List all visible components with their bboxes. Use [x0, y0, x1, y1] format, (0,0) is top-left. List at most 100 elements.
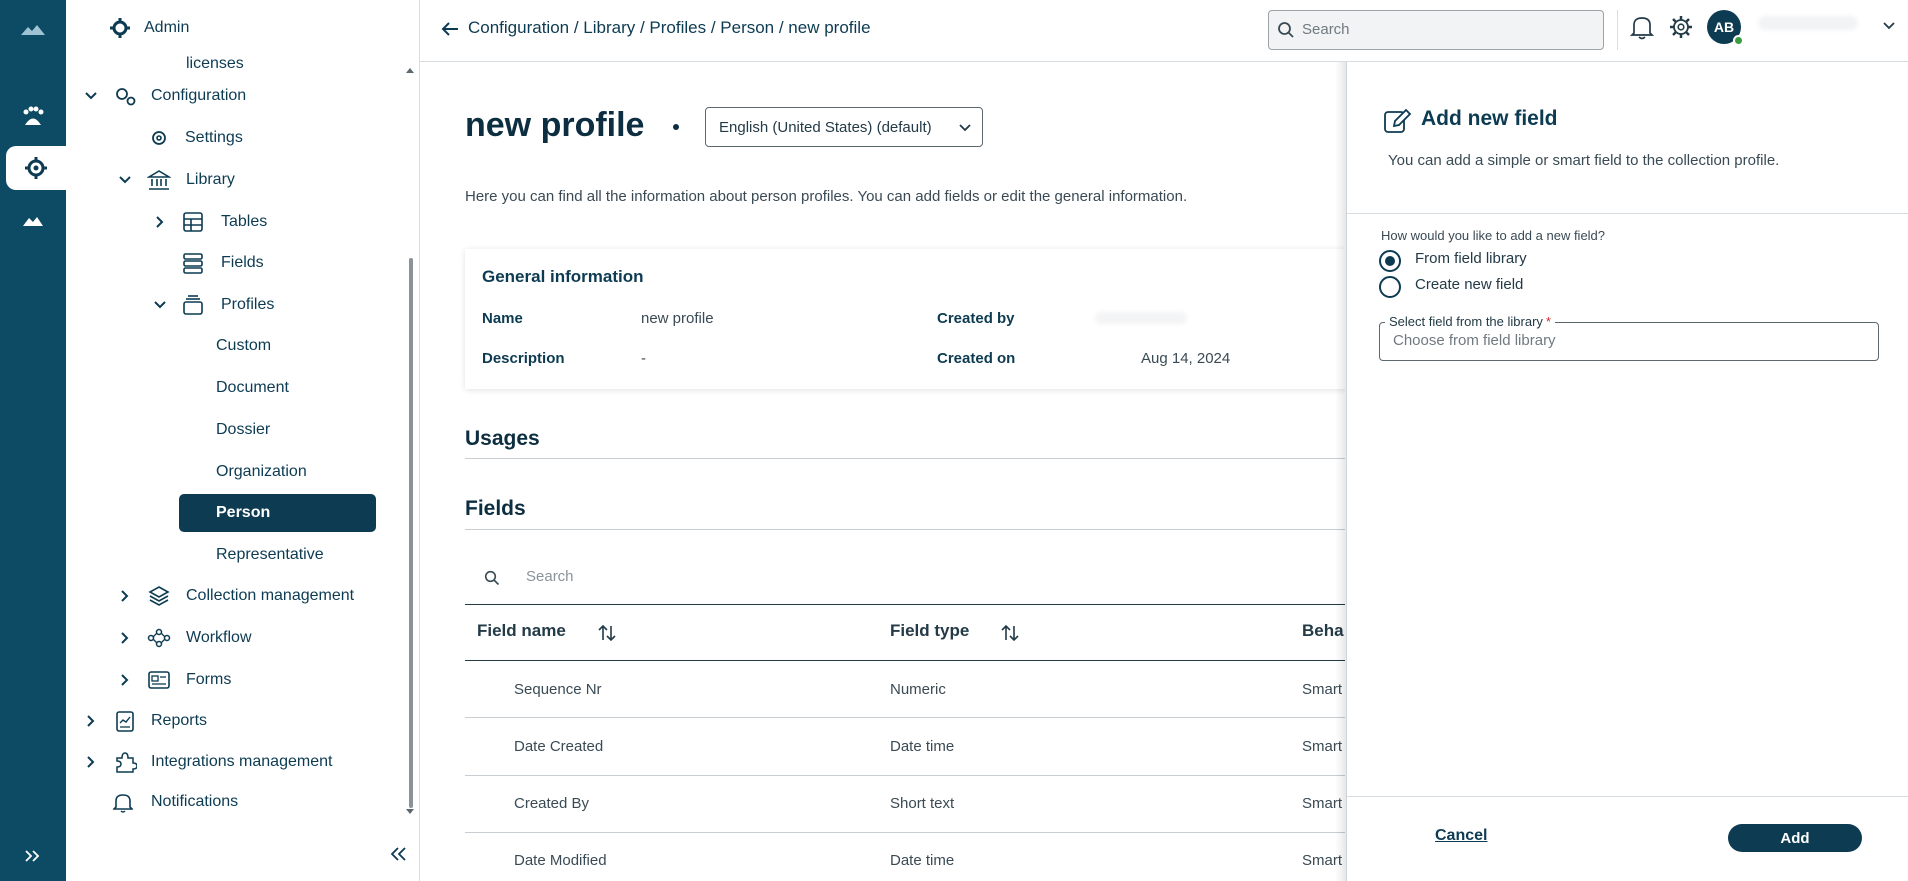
search-placeholder: Search: [1302, 21, 1350, 38]
sidebar-item-person[interactable]: Person: [66, 495, 406, 531]
chevron-right-icon[interactable]: [116, 629, 134, 647]
search-icon: [1277, 21, 1295, 44]
chevron-down-icon[interactable]: [151, 296, 169, 314]
sidebar-scrollbar-thumb[interactable]: [409, 258, 413, 808]
radio-label: Create new field: [1415, 276, 1524, 293]
cell-field-name: Date Modified: [514, 852, 607, 869]
sidebar-item-label: Forms: [186, 671, 232, 688]
column-header-field-type[interactable]: Field type: [890, 621, 969, 641]
sidebar-item-representative[interactable]: Representative: [66, 537, 406, 573]
sidebar-item-label: Collection management: [186, 587, 355, 604]
chevron-right-icon[interactable]: [82, 712, 100, 730]
sort-icon[interactable]: [597, 624, 617, 647]
sidebar-item-label: Workflow: [186, 629, 252, 646]
fields-title: Fields: [465, 497, 526, 520]
cell-field-type: Date time: [890, 852, 955, 869]
language-select[interactable]: English (United States) (default): [705, 107, 983, 147]
bell-icon: [110, 789, 136, 815]
sidebar-item-label: licenses: [186, 55, 244, 72]
logo-icon[interactable]: [0, 8, 66, 52]
add-button[interactable]: Add: [1728, 824, 1862, 852]
sidebar-item-configuration[interactable]: Configuration: [66, 78, 406, 114]
language-select-value: English (United States) (default): [719, 119, 932, 136]
global-search-input[interactable]: Search: [1268, 10, 1604, 50]
sidebar-item-collection-management[interactable]: Collection management: [66, 578, 406, 614]
row-divider: [465, 775, 1345, 776]
title-separator-dot: [673, 124, 679, 130]
breadcrumb[interactable]: Configuration / Library / Profiles / Per…: [468, 18, 871, 38]
collapse-sidebar-icon[interactable]: [388, 846, 410, 868]
puzzle-icon: [112, 749, 138, 775]
section-divider: [465, 529, 1345, 530]
sidebar-item-label: Custom: [216, 337, 272, 354]
sidebar-item-tables[interactable]: Tables: [66, 204, 406, 240]
sidebar-item-dossier[interactable]: Dossier: [66, 412, 406, 448]
user-name-redacted: [1758, 16, 1858, 30]
sort-icon[interactable]: [1000, 624, 1020, 647]
sidebar-item-label: Organization: [216, 463, 307, 480]
bell-icon[interactable]: [1629, 14, 1655, 40]
sidebar-item-profiles[interactable]: Profiles: [66, 287, 406, 323]
cell-field-name: Created By: [514, 795, 590, 812]
field-library-placeholder: Choose from field library: [1393, 332, 1556, 349]
main-content: new profile English (United States) (def…: [420, 62, 1345, 881]
sidebar-item-label: Representative: [216, 546, 324, 563]
panel-footer-divider: [1347, 796, 1908, 797]
radio-button[interactable]: [1379, 276, 1401, 298]
cloud-icon[interactable]: [0, 199, 66, 243]
table-header-divider: [465, 660, 1345, 661]
sidebar-item-forms[interactable]: Forms: [66, 662, 406, 698]
name-label: Name: [482, 310, 523, 327]
expand-double-chevron-icon[interactable]: [0, 834, 66, 878]
chevron-down-icon[interactable]: [1882, 18, 1896, 30]
chevron-down-icon[interactable]: [116, 171, 134, 189]
chevron-down-icon[interactable]: [82, 87, 100, 105]
sidebar-item-label: Person: [216, 504, 271, 521]
radio-button-selected[interactable]: [1379, 250, 1401, 272]
app-rail: [0, 0, 66, 881]
sidebar-item-custom[interactable]: Custom: [66, 328, 406, 364]
library-icon: [146, 167, 172, 193]
gear-icon: [146, 125, 172, 151]
sidebar-item-organization[interactable]: Organization: [66, 454, 406, 490]
description-label: Description: [482, 350, 565, 367]
sidebar-item-admin[interactable]: Admin: [66, 10, 406, 46]
sidebar-item-integrations[interactable]: Integrations management: [66, 744, 406, 780]
sidebar-item-settings[interactable]: Settings: [66, 120, 406, 156]
sidebar-item-fields[interactable]: Fields: [66, 245, 406, 281]
gear-icon: [107, 15, 133, 41]
online-status-dot: [1733, 35, 1744, 46]
created-by-label: Created by: [937, 310, 1015, 327]
column-header-field-name[interactable]: Field name: [477, 621, 566, 641]
chevron-right-icon[interactable]: [116, 671, 134, 689]
chevron-right-icon[interactable]: [151, 213, 169, 231]
row-divider: [465, 832, 1345, 833]
sidebar-item-label: Settings: [185, 129, 243, 146]
chevron-down-icon: [959, 124, 971, 132]
field-library-label: Select field from the library *: [1385, 314, 1555, 329]
sidebar-item-licenses[interactable]: licenses: [66, 46, 406, 72]
sidebar-item-document[interactable]: Document: [66, 370, 406, 406]
settings-gear-icon[interactable]: [1668, 14, 1694, 40]
cancel-button[interactable]: Cancel: [1435, 827, 1487, 845]
usages-title[interactable]: Usages: [465, 427, 540, 451]
back-arrow-icon[interactable]: [440, 20, 462, 42]
sidebar-item-notifications[interactable]: Notifications: [66, 784, 406, 820]
pets-icon[interactable]: [0, 95, 66, 139]
add-method-question: How would you like to add a new field?: [1381, 228, 1606, 243]
sidebar-item-label: Profiles: [221, 296, 275, 313]
sidebar-item-label: Configuration: [151, 87, 247, 104]
sidebar-item-reports[interactable]: Reports: [66, 703, 406, 739]
sidebar-nav: Admin licenses Configuration Settings Li…: [66, 0, 420, 881]
chevron-right-icon[interactable]: [116, 587, 134, 605]
row-divider: [465, 717, 1345, 718]
sidebar-item-label: Reports: [151, 712, 208, 729]
sidebar-item-library[interactable]: Library: [66, 162, 406, 198]
gear-cluster-icon[interactable]: [6, 146, 66, 190]
chevron-right-icon[interactable]: [82, 753, 100, 771]
fields-search-input[interactable]: Search: [465, 549, 1345, 605]
layers-icon: [146, 583, 172, 609]
profiles-icon: [180, 292, 206, 318]
sidebar-item-label: Fields: [221, 254, 264, 271]
sidebar-item-workflow[interactable]: Workflow: [66, 620, 406, 656]
